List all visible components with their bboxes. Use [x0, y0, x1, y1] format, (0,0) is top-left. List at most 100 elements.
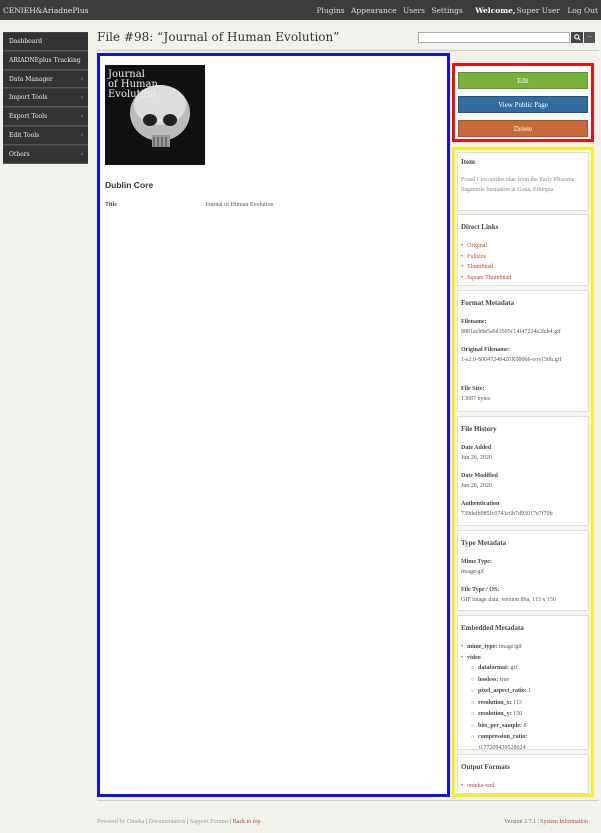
list-item: lossless: true [471, 675, 589, 687]
nav-plugins[interactable]: Plugins [317, 6, 345, 15]
meta-value: image/gif [498, 644, 522, 650]
support-forums-link[interactable]: Support Forums [190, 819, 229, 825]
sidebar-item-import-tools[interactable]: Import Tools › [3, 88, 88, 108]
link-omeka-xml[interactable]: omeka-xml [467, 783, 494, 789]
meta-key: video [467, 654, 481, 661]
file-type-value: GIF image data, version 89a, 113 x 150 [461, 597, 556, 603]
metadata-value: Journal of Human Evolution [205, 202, 274, 208]
footer-divider [97, 800, 599, 810]
item-link[interactable]: Fossil Cercopithecidae from the Early Pl… [461, 175, 585, 195]
site-name-link[interactable]: CENIEH&AriadnePlus [3, 6, 89, 15]
list-item: Square Thumbnail [461, 273, 511, 284]
nav-settings[interactable]: Settings [431, 6, 462, 15]
mime-type-value: image/gif [461, 569, 484, 575]
list-item: video dataformat: gif lossless: true pix… [461, 653, 589, 754]
meta-value: 0.77209439528024 [479, 745, 526, 751]
link-square-thumbnail[interactable]: Square Thumbnail [467, 275, 511, 281]
delete-button[interactable]: Delete [458, 120, 588, 137]
sidebar-item-label: Export Tools [9, 113, 48, 121]
meta-key: bits_per_sample: [478, 722, 523, 729]
powered-by-omeka-link[interactable]: Powered by Omeka [97, 819, 144, 825]
sidebar-item-label: Data Manager [9, 75, 53, 83]
chevron-right-icon: › [80, 75, 83, 83]
meta-key: resolution_y: [478, 711, 512, 717]
format-metadata-panel: Format Metadata Filename: 8881acb9e5a6d3… [457, 290, 589, 412]
sidebar-item-data-manager[interactable]: Data Manager › [3, 69, 88, 89]
meta-value: 1 [528, 688, 532, 694]
sidebar-item-dashboard[interactable]: Dashboard [3, 32, 88, 51]
authentication-label: Authentication [461, 501, 500, 507]
type-metadata-panel: Type Metadata Mime Type: image/gif File … [457, 530, 589, 611]
meta-value: 150 [513, 711, 523, 717]
file-image[interactable]: Journal of Human Evolution [105, 65, 205, 165]
filename-value: 8881acb9e5a6d3505c14f47224e2fcb4.gif [461, 329, 561, 335]
search-form: ... [418, 32, 598, 44]
nav-users[interactable]: Users [403, 6, 425, 15]
list-item: resolution_y: 150 [471, 709, 589, 721]
advanced-search-button[interactable]: ... [584, 32, 595, 43]
embedded-metadata-list: mime_type: image/gif video dataformat: g… [461, 642, 589, 753]
search-button[interactable] [571, 32, 583, 43]
video-sublist: dataformat: gif lossless: true pixel_asp… [471, 663, 589, 753]
output-formats-heading: Output Formats [461, 763, 510, 771]
edit-button[interactable]: Edit [458, 72, 588, 89]
top-nav: Plugins Appearance Users Settings Welcom… [313, 6, 599, 15]
search-input[interactable] [418, 32, 570, 43]
sidebar: Dashboard ARIADNEplus Tracking Data Mana… [3, 32, 88, 164]
sidebar-item-label: Edit Tools [9, 131, 40, 139]
direct-links-panel: Direct Links Original Fullsize Thumbnail… [457, 214, 589, 286]
list-item: omeka-xml [461, 781, 494, 792]
search-icon [573, 34, 581, 41]
link-fullsize[interactable]: Fullsize [467, 254, 486, 260]
link-thumbnail[interactable]: Thumbnail [467, 264, 493, 270]
logout-link[interactable]: Log Out [567, 6, 598, 15]
date-modified-label: Date Modified [461, 473, 498, 479]
file-history-heading: File History [461, 425, 497, 433]
original-filename-value: 1-s2.0-S0047248420X00066-cov150h.gif [461, 357, 562, 363]
sidebar-item-edit-tools[interactable]: Edit Tools › [3, 125, 88, 145]
user-link[interactable]: Super User [517, 6, 560, 15]
main-content: Journal of Human Evolution Dublin Core T… [97, 53, 450, 797]
meta-key: pixel_aspect_ratio: [478, 688, 527, 694]
item-heading: Item [461, 158, 475, 166]
file-size-label: File Size: [461, 386, 485, 392]
sidebar-item-export-tools[interactable]: Export Tools › [3, 107, 88, 126]
cover-text-line: Evolution [108, 89, 157, 100]
item-panel: Item Fossil Cercopithecidae from the Ear… [457, 152, 589, 211]
filename-label: Filename: [461, 319, 487, 325]
list-item: pixel_aspect_ratio: 1 [471, 686, 589, 698]
authentication-value: 739defb985fc0743c6b7d93017e7f70b [461, 511, 553, 517]
nav-appearance[interactable]: Appearance [351, 6, 396, 15]
sidebar-item-ariadneplus-tracking[interactable]: ARIADNEplus Tracking [3, 50, 88, 70]
metadata-key: Title [105, 202, 117, 208]
list-item: Thumbnail [461, 262, 512, 273]
chevron-right-icon: › [80, 131, 83, 139]
top-bar: CENIEH&AriadnePlus Plugins Appearance Us… [0, 0, 601, 20]
title-divider [97, 50, 599, 51]
embedded-metadata-panel: Embedded Metadata mime_type: image/gif v… [457, 615, 589, 753]
meta-key: compression_ratio: [478, 734, 528, 740]
list-item: mime_type: image/gif [461, 642, 589, 653]
meta-value: 8 [523, 722, 527, 729]
date-modified-value: Jun 26, 2020 [461, 483, 492, 489]
sidebar-item-others[interactable]: Others › [3, 144, 88, 164]
footer-version: Version 2.7.1 | System Information [504, 819, 588, 825]
sidebar-item-label: ARIADNEplus Tracking [9, 56, 81, 64]
chevron-right-icon: › [80, 150, 83, 158]
actions-panel: Edit View Public Page Delete [452, 63, 594, 142]
date-added-value: Jun 26, 2020 [461, 455, 492, 461]
back-to-top-link[interactable]: Back to top [233, 819, 261, 825]
list-item: compression_ratio: 0.77209439528024 [471, 732, 589, 753]
output-formats-panel: Output Formats omeka-xml [457, 754, 589, 794]
link-original[interactable]: Original [467, 243, 487, 249]
meta-key: lossless: [478, 676, 499, 683]
sidebar-item-label: Others [9, 150, 30, 158]
list-item: resolution_x: 113 [471, 698, 589, 710]
view-public-page-button[interactable]: View Public Page [458, 96, 588, 113]
embedded-metadata-heading: Embedded Metadata [461, 624, 524, 632]
date-added-label: Date Added [461, 445, 492, 451]
output-formats-list: omeka-xml [461, 781, 494, 792]
system-information-link[interactable]: System Information [540, 819, 588, 825]
sidebar-item-label: Dashboard [9, 38, 43, 45]
documentation-link[interactable]: Documentation [149, 819, 186, 825]
